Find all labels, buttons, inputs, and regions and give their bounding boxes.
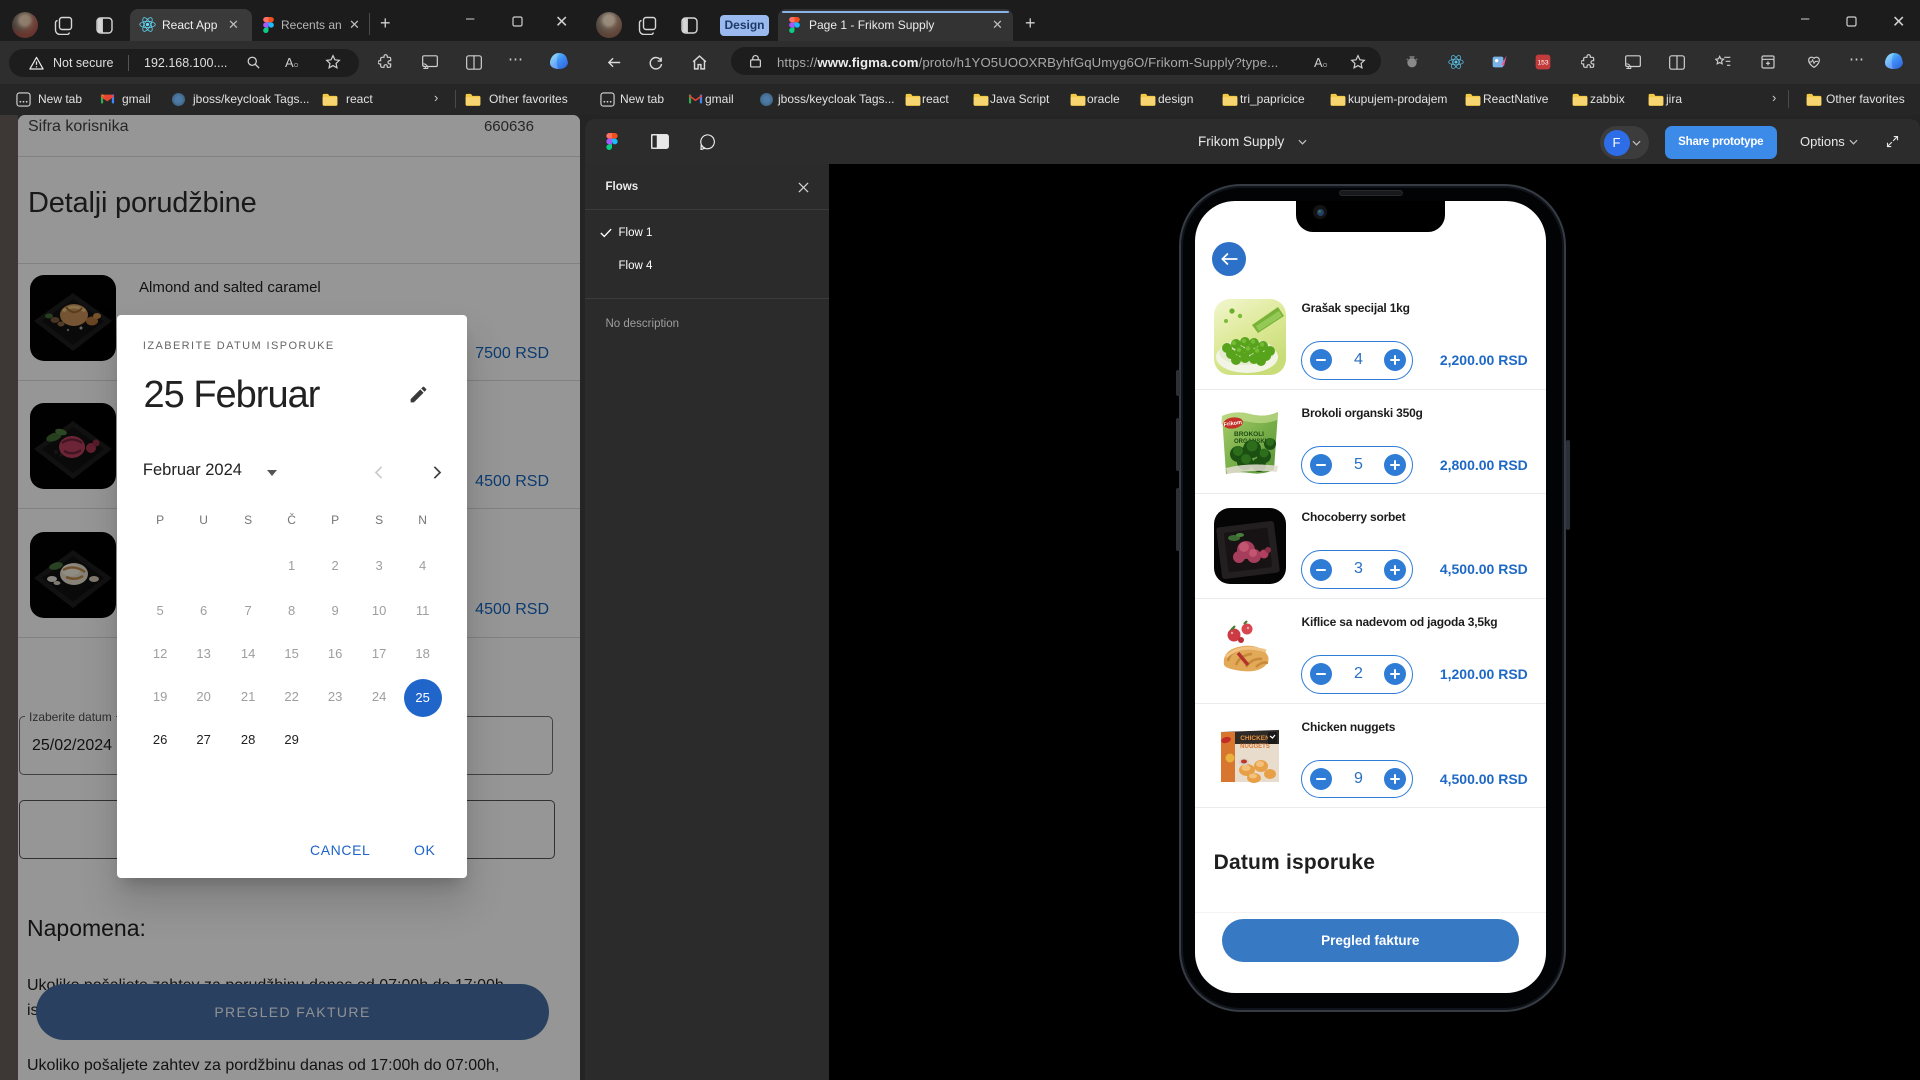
svg-text:153: 153 xyxy=(1537,60,1548,67)
svg-text:CHICKEN: CHICKEN xyxy=(1240,735,1270,742)
svg-text:BROKOLI: BROKOLI xyxy=(1234,431,1264,438)
svg-text:NUGGETS: NUGGETS xyxy=(1240,744,1270,750)
